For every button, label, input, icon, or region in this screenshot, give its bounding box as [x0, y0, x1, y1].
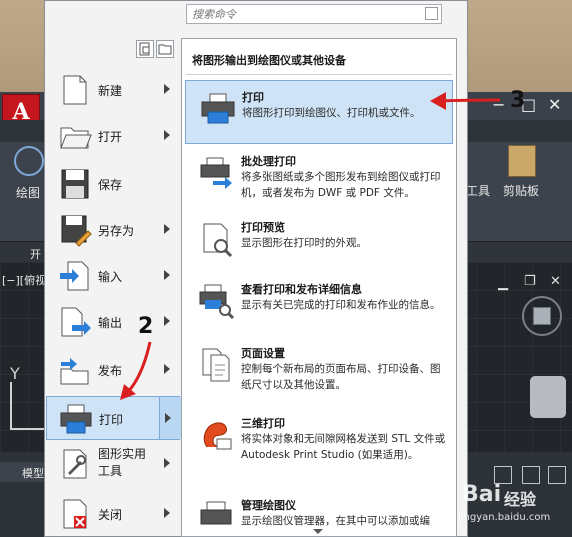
annotation-overlay — [120, 92, 501, 400]
watermark-url: jingyan.baidu.com — [458, 512, 551, 523]
watermark-suffix: 经验 — [504, 490, 537, 509]
step-3-number: 3 — [510, 88, 526, 113]
watermark-brand: Bai — [462, 482, 502, 507]
step-3-arrowhead — [430, 92, 446, 110]
step-2-number: 2 — [138, 314, 154, 339]
step-2-arrow — [124, 341, 152, 396]
